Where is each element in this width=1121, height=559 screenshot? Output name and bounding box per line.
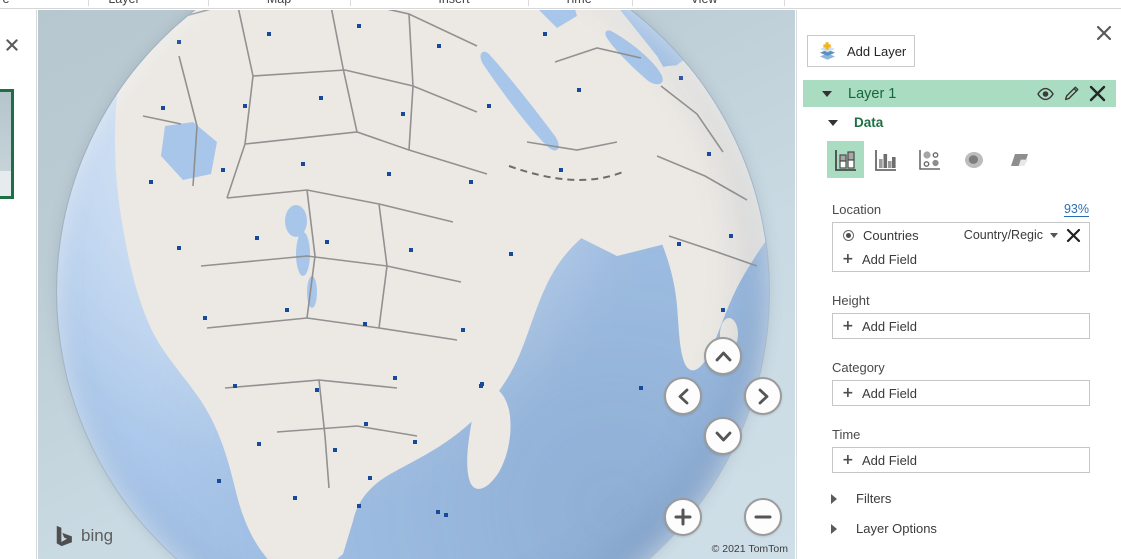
minus-icon — [754, 515, 772, 519]
visualization-type-group — [827, 138, 1040, 182]
heat-map-icon — [965, 152, 983, 168]
tab-layer[interactable]: Layer — [108, 0, 139, 6]
stacked-column-chart-icon — [834, 149, 856, 171]
zoom-out-button[interactable] — [744, 498, 782, 536]
category-add-field-row[interactable]: + Add Field — [833, 381, 1089, 405]
visibility-eye-icon[interactable] — [1037, 87, 1054, 101]
chevron-right-icon — [758, 388, 768, 404]
region-map-icon — [1011, 154, 1028, 166]
bing-logo-text: bing — [81, 526, 114, 545]
rotate-left-button[interactable] — [664, 377, 702, 415]
location-field-box: Countries Country/Regic + Add Field — [832, 222, 1090, 272]
ribbon-separator — [350, 0, 351, 6]
layer-options-section[interactable]: Layer Options — [803, 521, 937, 536]
ribbon-separator — [784, 0, 785, 6]
viz-region-map[interactable] — [996, 138, 1040, 182]
category-label: Category — [832, 360, 885, 375]
height-add-field-label: Add Field — [862, 318, 917, 334]
filters-section[interactable]: Filters — [803, 491, 891, 506]
tab-view[interactable]: View — [691, 0, 718, 6]
globe-limb-shading — [57, 10, 769, 559]
add-layer-label: Add Layer — [847, 43, 907, 59]
scene-thumbnail[interactable] — [0, 89, 14, 199]
data-section-label: Data — [854, 115, 884, 130]
layer-header-row[interactable]: Layer 1 — [803, 80, 1116, 107]
ribbon-tab-strip: e Layer Map Insert Time View — [0, 0, 1121, 9]
clustered-column-chart-icon — [875, 150, 896, 171]
location-field-type[interactable]: Country/Regic — [964, 228, 1043, 242]
location-add-field-row[interactable]: + Add Field — [833, 247, 1089, 271]
plus-icon: + — [842, 318, 854, 334]
viz-bubble-chart[interactable] — [908, 138, 952, 182]
delete-layer-x-icon[interactable] — [1089, 85, 1106, 102]
plus-icon — [674, 508, 692, 526]
tab-home[interactable]: e — [3, 0, 10, 6]
close-icon[interactable] — [1096, 25, 1112, 41]
bing-logo: bing — [55, 525, 113, 547]
scene-thumbnail-sky — [0, 92, 11, 172]
chevron-up-icon — [715, 351, 731, 361]
ribbon-separator — [528, 0, 529, 6]
data-section-header[interactable]: Data — [803, 115, 883, 130]
location-radio-icon[interactable] — [843, 229, 854, 241]
rotate-right-button[interactable] — [744, 377, 782, 415]
height-add-field-row[interactable]: + Add Field — [833, 314, 1089, 338]
remove-location-field-icon[interactable] — [1066, 228, 1081, 243]
time-label: Time — [832, 427, 861, 442]
height-field-box[interactable]: + Add Field — [832, 313, 1090, 339]
location-field-row[interactable]: Countries Country/Regic — [833, 223, 1089, 247]
rename-pencil-icon[interactable] — [1064, 86, 1079, 101]
bing-mark-icon — [56, 525, 72, 547]
viz-stacked-column-chart[interactable] — [827, 141, 864, 178]
globe-map-canvas[interactable]: bing © 2021 TomTom — [38, 10, 795, 559]
tab-time[interactable]: Time — [564, 0, 591, 6]
tab-insert[interactable]: Insert — [438, 0, 469, 6]
tab-map[interactable]: Map — [267, 0, 291, 6]
chevron-down-icon — [715, 431, 731, 441]
chevron-left-icon — [678, 388, 688, 404]
layer-title[interactable]: Layer 1 — [848, 86, 896, 102]
filters-label: Filters — [856, 491, 892, 506]
tour-pane — [0, 10, 37, 559]
location-add-field-label: Add Field — [862, 251, 917, 267]
location-label: Location — [832, 202, 882, 217]
category-add-field-label: Add Field — [862, 385, 917, 401]
globe-sphere[interactable] — [57, 10, 769, 559]
map-attribution: © 2021 TomTom — [711, 543, 788, 555]
viz-heat-map[interactable] — [952, 138, 996, 182]
tilt-down-button[interactable] — [704, 417, 742, 455]
time-add-field-row[interactable]: + Add Field — [833, 448, 1089, 472]
layer-pane: Add Layer Layer 1 Data Location 93% Coun… — [796, 10, 1121, 559]
time-field-box[interactable]: + Add Field — [832, 447, 1090, 473]
viz-clustered-column-chart[interactable] — [864, 138, 908, 182]
time-add-field-label: Add Field — [862, 452, 917, 468]
add-layer-icon — [820, 41, 835, 60]
bubble-chart-icon — [919, 150, 940, 170]
chevron-right-icon[interactable] — [831, 493, 837, 504]
plus-icon: + — [842, 452, 854, 468]
chevron-down-icon[interactable] — [828, 119, 838, 126]
chevron-right-icon[interactable] — [831, 523, 837, 534]
ribbon-separator — [88, 0, 89, 6]
height-label: Height — [832, 293, 870, 308]
add-layer-button[interactable]: Add Layer — [807, 35, 915, 67]
location-match-percent[interactable]: 93% — [1063, 202, 1089, 217]
plus-icon: + — [842, 251, 854, 267]
location-field-name: Countries — [863, 227, 919, 243]
tilt-up-button[interactable] — [704, 337, 742, 375]
close-icon[interactable] — [5, 39, 19, 53]
power-map-window: e Layer Map Insert Time View — [0, 0, 1121, 559]
plus-icon: + — [842, 385, 854, 401]
scene-thumbnail-ground — [0, 171, 11, 196]
chevron-down-icon[interactable] — [822, 90, 832, 97]
ribbon-separator — [632, 0, 633, 6]
chevron-down-icon[interactable] — [1050, 232, 1058, 238]
category-field-box[interactable]: + Add Field — [832, 380, 1090, 406]
ribbon-separator — [208, 0, 209, 6]
zoom-in-button[interactable] — [664, 498, 702, 536]
layer-options-label: Layer Options — [856, 521, 937, 536]
